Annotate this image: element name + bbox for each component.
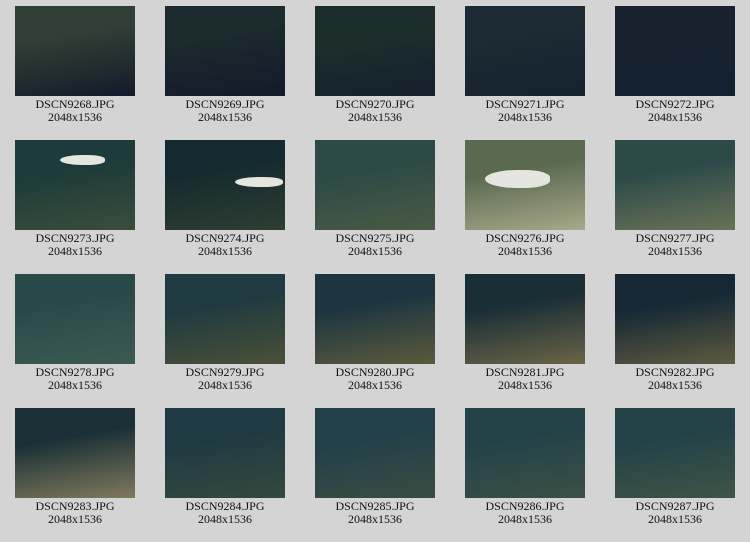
thumbnail-image[interactable] [465,408,585,498]
thumbnail-image[interactable] [315,408,435,498]
dimensions-label: 2048x1536 [198,244,252,258]
dimensions-label: 2048x1536 [498,378,552,392]
gallery-item: DSCN9275.JPG 2048x1536 [300,140,450,274]
gallery-item: DSCN9278.JPG 2048x1536 [0,274,150,408]
gallery-item: DSCN9285.JPG 2048x1536 [300,408,450,542]
dimensions-label: 2048x1536 [48,512,102,526]
dimensions-label: 2048x1536 [198,110,252,124]
thumbnail-image[interactable] [165,140,285,230]
dimensions-label: 2048x1536 [498,244,552,258]
dimensions-label: 2048x1536 [648,512,702,526]
gallery-item: DSCN9269.JPG 2048x1536 [150,6,300,140]
thumbnail-image[interactable] [15,140,135,230]
gallery-item: DSCN9276.JPG 2048x1536 [450,140,600,274]
thumbnail-image[interactable] [465,140,585,230]
gallery-item: DSCN9271.JPG 2048x1536 [450,6,600,140]
gallery-item: DSCN9270.JPG 2048x1536 [300,6,450,140]
thumbnail-image[interactable] [615,6,735,96]
gallery-item: DSCN9268.JPG 2048x1536 [0,6,150,140]
thumbnail-image[interactable] [165,408,285,498]
dimensions-label: 2048x1536 [498,512,552,526]
thumbnail-image[interactable] [315,140,435,230]
dimensions-label: 2048x1536 [48,244,102,258]
dimensions-label: 2048x1536 [348,512,402,526]
fish-shape [60,155,105,165]
thumbnail-image[interactable] [615,140,735,230]
gallery-item: DSCN9274.JPG 2048x1536 [150,140,300,274]
dimensions-label: 2048x1536 [198,512,252,526]
thumbnail-image[interactable] [465,274,585,364]
gallery-item: DSCN9272.JPG 2048x1536 [600,6,750,140]
gallery-item: DSCN9281.JPG 2048x1536 [450,274,600,408]
gallery-item: DSCN9282.JPG 2048x1536 [600,274,750,408]
gallery-item: DSCN9286.JPG 2048x1536 [450,408,600,542]
gallery-item: DSCN9284.JPG 2048x1536 [150,408,300,542]
dimensions-label: 2048x1536 [48,378,102,392]
fish-shape [235,177,283,187]
thumbnail-image[interactable] [465,6,585,96]
thumbnail-gallery: DSCN9268.JPG 2048x1536 DSCN9269.JPG 2048x15… [0,6,750,542]
gallery-item: DSCN9279.JPG 2048x1536 [150,274,300,408]
dimensions-label: 2048x1536 [648,110,702,124]
thumbnail-image[interactable] [15,6,135,96]
dimensions-label: 2048x1536 [648,244,702,258]
thumbnail-image[interactable] [15,274,135,364]
thumbnail-image[interactable] [615,408,735,498]
thumbnail-image[interactable] [615,274,735,364]
thumbnail-image[interactable] [315,6,435,96]
gallery-item: DSCN9277.JPG 2048x1536 [600,140,750,274]
dimensions-label: 2048x1536 [348,244,402,258]
thumbnail-image[interactable] [315,274,435,364]
dimensions-label: 2048x1536 [648,378,702,392]
thumbnail-image[interactable] [15,408,135,498]
gallery-item: DSCN9280.JPG 2048x1536 [300,274,450,408]
thumbnail-image[interactable] [165,274,285,364]
dimensions-label: 2048x1536 [348,110,402,124]
gallery-item: DSCN9273.JPG 2048x1536 [0,140,150,274]
dimensions-label: 2048x1536 [498,110,552,124]
gallery-item: DSCN9287.JPG 2048x1536 [600,408,750,542]
fish-shape [485,170,550,188]
dimensions-label: 2048x1536 [198,378,252,392]
dimensions-label: 2048x1536 [348,378,402,392]
thumbnail-image[interactable] [165,6,285,96]
dimensions-label: 2048x1536 [48,110,102,124]
gallery-item: DSCN9283.JPG 2048x1536 [0,408,150,542]
